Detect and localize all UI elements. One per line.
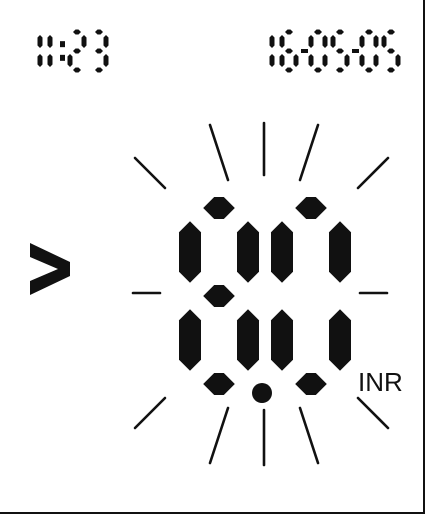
segment-f — [359, 35, 365, 48]
digit — [359, 29, 379, 73]
date-dash — [352, 49, 359, 53]
digit — [381, 29, 401, 73]
segment-e — [179, 309, 201, 371]
ray — [356, 156, 390, 190]
segment-g — [73, 48, 81, 54]
segment-b — [103, 35, 109, 48]
lcd-display: 11:23 16-05-05 8.0 — [0, 0, 425, 514]
segment-f — [308, 35, 314, 48]
segment-f — [179, 221, 201, 283]
segment-a — [95, 29, 103, 35]
segment-d — [203, 373, 235, 395]
segment-b — [329, 221, 351, 283]
segment-a — [73, 29, 81, 35]
blink-rays — [131, 121, 390, 467]
segment-c — [237, 309, 259, 371]
segment-e — [279, 54, 285, 67]
segment-b — [269, 35, 275, 48]
unit-label: INR — [358, 367, 403, 397]
digit — [269, 35, 275, 67]
segment-c — [47, 54, 53, 67]
segment-b — [322, 35, 328, 48]
decimal-point — [252, 383, 272, 403]
ray — [298, 123, 320, 182]
segment-d — [285, 67, 293, 73]
reading-digit — [179, 197, 259, 395]
segment-e — [271, 309, 293, 371]
segment-b — [373, 35, 379, 48]
segment-a — [387, 29, 395, 35]
digit — [37, 35, 43, 67]
segment-g — [203, 285, 235, 307]
ray — [133, 156, 167, 190]
segment-c — [103, 54, 109, 67]
segment-a — [365, 29, 373, 35]
segment-d — [73, 67, 81, 73]
segment-c — [293, 54, 299, 67]
ray — [356, 396, 390, 430]
segment-g — [336, 48, 344, 54]
segment-f — [279, 35, 285, 48]
segment-d — [365, 67, 373, 73]
date-readout — [269, 29, 401, 73]
segment-c — [373, 54, 379, 67]
segment-b — [47, 35, 53, 48]
segment-d — [387, 67, 395, 73]
digit — [47, 35, 53, 67]
digit — [330, 29, 350, 73]
segment-e — [308, 54, 314, 67]
segment-d — [295, 373, 327, 395]
segment-f — [271, 221, 293, 283]
segment-c — [322, 54, 328, 67]
segment-a — [285, 29, 293, 35]
colon-dot — [60, 41, 65, 48]
segment-g — [95, 48, 103, 54]
segment-d — [336, 67, 344, 73]
segment-c — [269, 54, 275, 67]
ray — [208, 406, 230, 465]
segment-c — [344, 54, 350, 67]
ray — [208, 123, 230, 182]
segment-a — [336, 29, 344, 35]
colon-dot — [60, 54, 65, 61]
date-dash — [301, 49, 308, 53]
segment-f — [330, 35, 336, 48]
segment-g — [387, 48, 395, 54]
segment-b — [37, 35, 43, 48]
segment-d — [95, 67, 103, 73]
ray — [298, 406, 320, 465]
time-readout — [37, 29, 109, 73]
lcd-svg: INR — [30, 29, 403, 467]
digit — [308, 29, 328, 73]
segment-g — [285, 48, 293, 54]
segment-a — [203, 197, 235, 219]
segment-d — [314, 67, 322, 73]
ray — [133, 396, 167, 430]
segment-b — [81, 35, 87, 48]
segment-a — [295, 197, 327, 219]
digit — [67, 29, 87, 73]
reading-digits — [179, 197, 351, 395]
segment-e — [359, 54, 365, 67]
segment-c — [395, 54, 401, 67]
segment-f — [381, 35, 387, 48]
indicator-chevron-icon — [30, 243, 70, 295]
segment-c — [37, 54, 43, 67]
digit — [95, 29, 109, 73]
segment-c — [329, 309, 351, 371]
segment-e — [67, 54, 73, 67]
digit — [279, 29, 299, 73]
segment-a — [314, 29, 322, 35]
reading-digit — [271, 197, 351, 395]
segment-b — [237, 221, 259, 283]
